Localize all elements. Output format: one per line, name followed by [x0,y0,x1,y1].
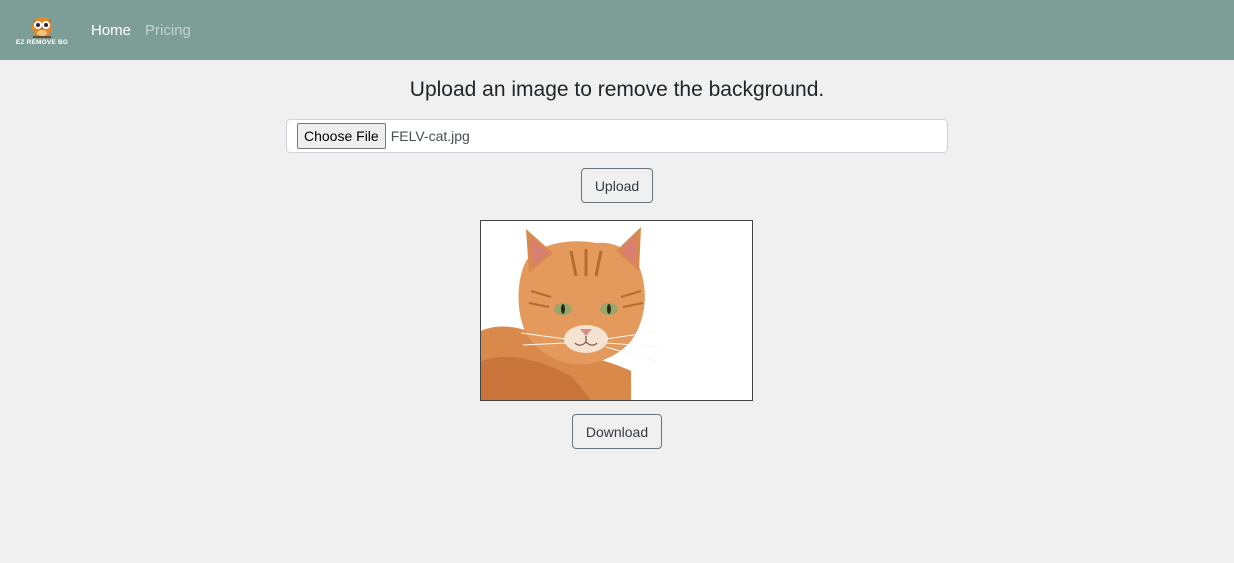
result-image [480,220,753,401]
page-title: Upload an image to remove the background… [409,78,825,101]
nav-pricing[interactable]: Pricing [145,22,191,39]
cat-photo [481,221,752,400]
choose-file-button[interactable]: Choose File [297,123,386,149]
main-content: Upload an image to remove the background… [0,60,1234,563]
nav-home[interactable]: Home [91,22,131,39]
upload-button[interactable]: Upload [581,168,653,203]
download-button[interactable]: Download [572,414,662,449]
selected-file-name: FELV-cat.jpg [390,128,470,144]
brand-text: EZ REMOVE BG [15,39,69,46]
file-input[interactable]: Choose File FELV-cat.jpg [286,119,948,153]
navbar: EZ REMOVE BG Home Pricing [0,0,1234,60]
owl-logo-icon [32,17,52,38]
brand-logo[interactable]: EZ REMOVE BG [14,6,70,54]
